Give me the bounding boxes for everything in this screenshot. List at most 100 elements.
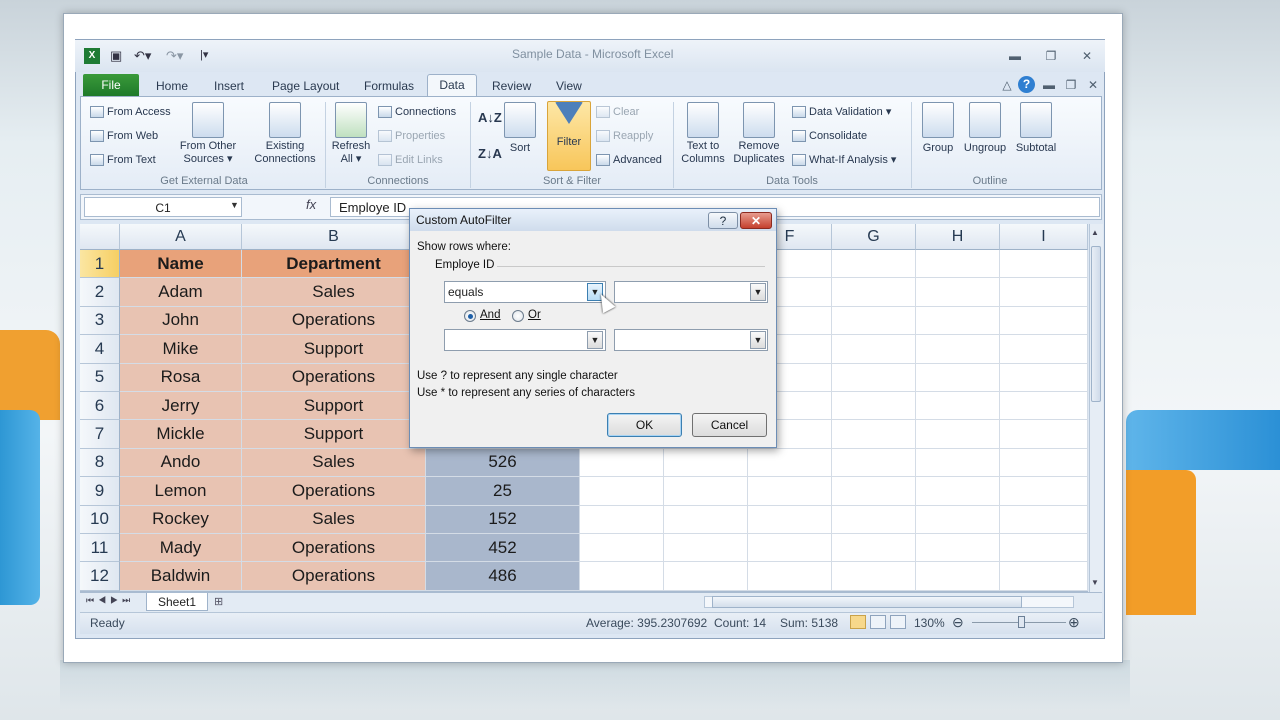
or-label[interactable]: Or: [528, 309, 541, 321]
cell-a5[interactable]: Rosa: [120, 363, 242, 392]
empty-cell[interactable]: [832, 477, 916, 506]
empty-cell[interactable]: [832, 562, 916, 591]
row-header[interactable]: 1: [80, 250, 120, 279]
ribbon-collapse-icon[interactable]: △: [998, 77, 1016, 93]
empty-cell[interactable]: [664, 562, 748, 591]
cell-a3[interactable]: John: [120, 306, 242, 336]
cell-a10[interactable]: Rockey: [120, 505, 242, 534]
cell-b8[interactable]: Sales: [242, 448, 426, 478]
value1-dropdown-icon[interactable]: ▼: [750, 283, 766, 301]
empty-cell[interactable]: [916, 392, 1000, 421]
empty-cell[interactable]: [832, 448, 916, 478]
sort-z-to-a-icon[interactable]: Z↓A: [478, 146, 502, 162]
tab-view[interactable]: View: [548, 76, 590, 96]
cell-b7[interactable]: Support: [242, 420, 426, 449]
cell-a6[interactable]: Jerry: [120, 392, 242, 421]
row-header[interactable]: 5: [80, 363, 120, 392]
column-header[interactable]: A: [120, 224, 242, 250]
empty-cell[interactable]: [1000, 250, 1088, 279]
tab-home[interactable]: Home: [148, 76, 196, 96]
connections-button[interactable]: Connections: [378, 104, 456, 120]
empty-cell[interactable]: [580, 562, 664, 591]
row-header[interactable]: 12: [80, 562, 120, 591]
empty-cell[interactable]: [916, 477, 1000, 506]
page-layout-view-icon[interactable]: [870, 615, 886, 629]
tab-page-layout[interactable]: Page Layout: [264, 76, 347, 96]
zoom-slider-thumb[interactable]: [1018, 616, 1025, 628]
empty-cell[interactable]: [916, 250, 1000, 279]
dialog-close-button[interactable]: ✕: [740, 212, 772, 229]
row-header[interactable]: 3: [80, 306, 120, 336]
sheet-nav-icon[interactable]: ⏮◀▶⏭: [86, 595, 134, 606]
minimize-icon[interactable]: ▬: [1006, 48, 1024, 64]
empty-cell[interactable]: [916, 505, 1000, 534]
cell-b2[interactable]: Sales: [242, 278, 426, 307]
empty-cell[interactable]: [664, 448, 748, 478]
filter-button[interactable]: Filter: [547, 102, 591, 149]
empty-cell[interactable]: [748, 505, 832, 534]
empty-cell[interactable]: [1000, 420, 1088, 449]
cell-a1[interactable]: Name: [120, 250, 242, 279]
cell-b3[interactable]: Operations: [242, 306, 426, 336]
and-label[interactable]: And: [480, 309, 500, 321]
subtotal-button[interactable]: Subtotal: [1012, 102, 1060, 155]
help-icon[interactable]: ?: [1018, 76, 1035, 93]
name-box[interactable]: C1: [84, 197, 242, 217]
cell-b5[interactable]: Operations: [242, 363, 426, 392]
from-access-button[interactable]: From Access: [90, 104, 171, 120]
column-header[interactable]: H: [916, 224, 1000, 250]
empty-cell[interactable]: [1000, 278, 1088, 307]
select-all-corner[interactable]: [80, 224, 120, 250]
empty-cell[interactable]: [1000, 335, 1088, 364]
empty-cell[interactable]: [832, 392, 916, 421]
empty-cell[interactable]: [580, 534, 664, 563]
empty-cell[interactable]: [1000, 505, 1088, 534]
tab-file[interactable]: File: [83, 74, 139, 96]
sort-a-to-z-icon[interactable]: A↓Z: [478, 110, 502, 126]
empty-cell[interactable]: [664, 534, 748, 563]
column-header[interactable]: I: [1000, 224, 1088, 250]
tab-data[interactable]: Data: [427, 74, 477, 97]
zoom-out-icon[interactable]: ⊖: [952, 614, 964, 631]
page-break-view-icon[interactable]: [890, 615, 906, 629]
workbook-close-icon[interactable]: ✕: [1084, 77, 1102, 93]
cell-c11[interactable]: 452: [426, 534, 580, 563]
cell-c9[interactable]: 25: [426, 477, 580, 506]
value2-dropdown-icon[interactable]: ▼: [750, 331, 766, 349]
value1-input[interactable]: [614, 281, 768, 303]
operator1-select[interactable]: equals: [444, 281, 606, 303]
cell-c10[interactable]: 152: [426, 505, 580, 534]
cell-a4[interactable]: Mike: [120, 335, 242, 364]
value2-input[interactable]: [614, 329, 768, 351]
empty-cell[interactable]: [916, 420, 1000, 449]
sheet-tab[interactable]: Sheet1: [146, 593, 208, 611]
scroll-down-icon[interactable]: ▼: [1091, 578, 1099, 587]
empty-cell[interactable]: [832, 420, 916, 449]
row-header[interactable]: 7: [80, 420, 120, 449]
empty-cell[interactable]: [916, 534, 1000, 563]
scroll-up-icon[interactable]: ▲: [1091, 228, 1099, 237]
or-radio[interactable]: [512, 310, 524, 322]
row-header[interactable]: 8: [80, 448, 120, 478]
ungroup-button[interactable]: Ungroup: [960, 102, 1010, 155]
edit-links-button[interactable]: Edit Links: [378, 152, 443, 168]
cancel-button[interactable]: Cancel: [692, 413, 767, 437]
cell-b9[interactable]: Operations: [242, 477, 426, 506]
empty-cell[interactable]: [832, 250, 916, 279]
row-header[interactable]: 9: [80, 477, 120, 506]
close-window-icon[interactable]: ✕: [1078, 48, 1096, 64]
cell-c8[interactable]: 526: [426, 448, 580, 478]
from-other-sources-button[interactable]: From Other Sources ▾: [172, 102, 244, 166]
sort-button[interactable]: Sort: [502, 102, 538, 155]
zoom-level[interactable]: 130%: [914, 616, 945, 630]
row-header[interactable]: 4: [80, 335, 120, 364]
insert-sheet-icon[interactable]: ⊞: [214, 595, 223, 608]
empty-cell[interactable]: [664, 477, 748, 506]
cell-a7[interactable]: Mickle: [120, 420, 242, 449]
dialog-help-button[interactable]: ?: [708, 212, 738, 229]
clear-button[interactable]: Clear: [596, 104, 639, 120]
name-box-dropdown-icon[interactable]: ▼: [230, 200, 239, 210]
cell-b1[interactable]: Department: [242, 250, 426, 279]
column-header[interactable]: G: [832, 224, 916, 250]
cell-a2[interactable]: Adam: [120, 278, 242, 307]
